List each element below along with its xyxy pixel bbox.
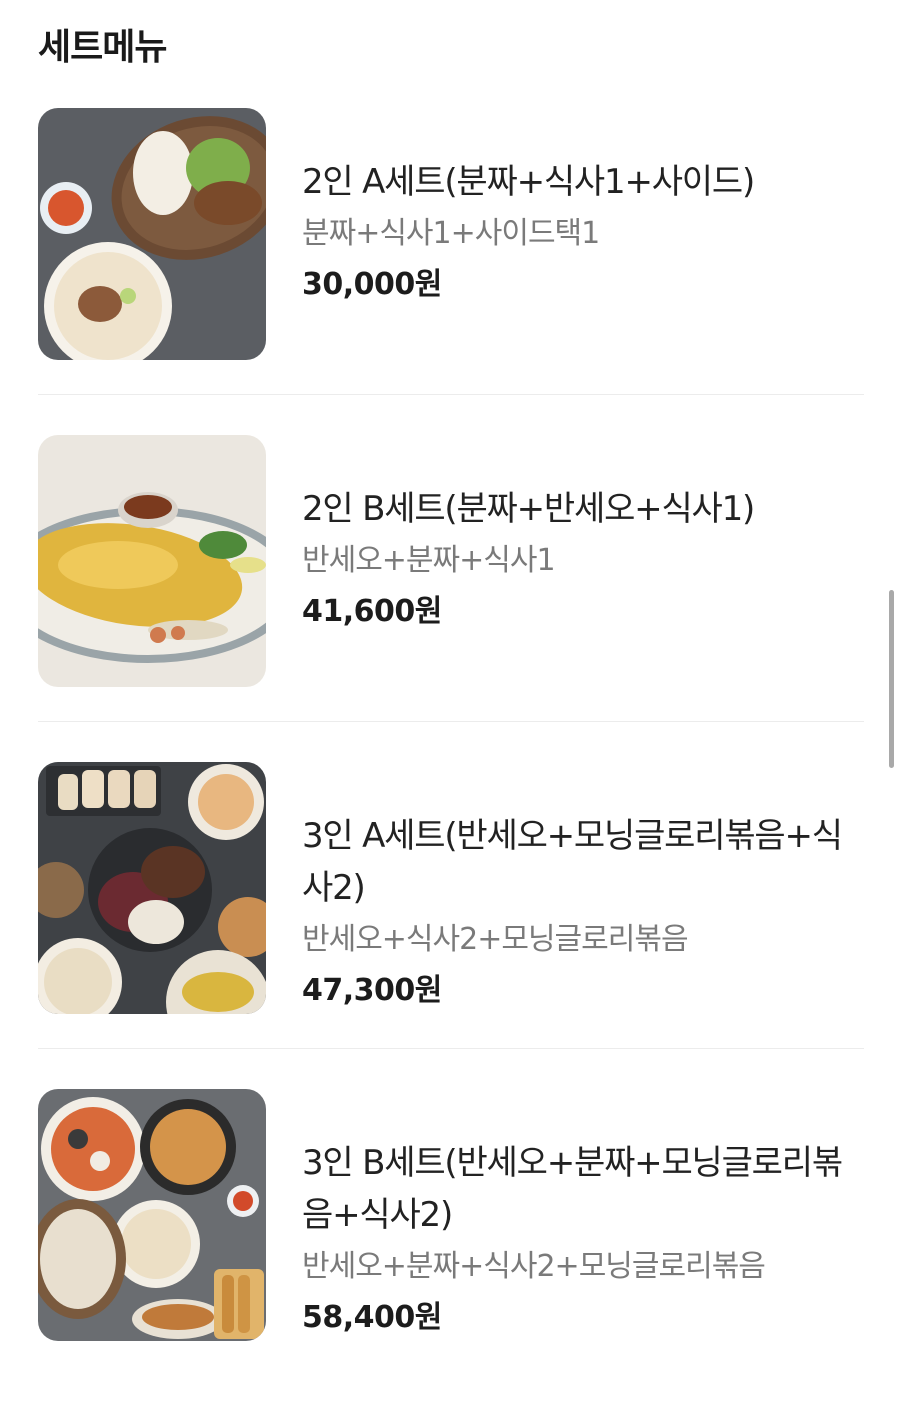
menu-item-description: 반세오+식사2+모닝글로리볶음 bbox=[302, 922, 689, 957]
menu-item-price: 58,400원 bbox=[302, 1300, 442, 1335]
menu-item-name: 2인 B세트(분짜+반세오+식사1) bbox=[302, 489, 755, 529]
menu-item-name: 3인 A세트(반세오+모닝글로리볶음+식사2) bbox=[302, 816, 843, 908]
menu-item-price: 47,300원 bbox=[302, 973, 442, 1008]
scrollbar[interactable] bbox=[889, 590, 894, 768]
menu-item-image[interactable] bbox=[38, 1089, 266, 1341]
menu-item-name: 2인 A세트(분짜+식사1+사이드) bbox=[302, 162, 755, 202]
section-title: 세트메뉴 bbox=[38, 27, 167, 68]
three-person-set-a-photo bbox=[38, 762, 266, 1014]
menu-item-name: 3인 B세트(반세오+분짜+모닝글로리볶음+식사2) bbox=[302, 1143, 843, 1235]
menu-item-3p-a-set[interactable]: 3인 A세트(반세오+모닝글로리볶음+식사2) 반세오+식사2+모닝글로리볶음 … bbox=[0, 762, 900, 1089]
banh-xeo-set-photo bbox=[38, 435, 266, 687]
menu-item-info: 3인 B세트(반세오+분짜+모닝글로리볶음+식사2) 반세오+분짜+식사2+모닝… bbox=[302, 1137, 862, 1341]
menu-item-image[interactable] bbox=[38, 108, 266, 360]
divider bbox=[38, 394, 864, 395]
divider bbox=[38, 721, 864, 722]
menu-item-2p-a-set[interactable]: 2인 A세트(분짜+식사1+사이드) 분짜+식사1+사이드택1 30,000원 bbox=[0, 108, 900, 435]
menu-item-image[interactable] bbox=[38, 762, 266, 1014]
menu-item-price: 30,000원 bbox=[302, 267, 442, 302]
menu-item-info: 2인 B세트(분짜+반세오+식사1) 반세오+분짜+식사1 41,600원 bbox=[302, 483, 862, 635]
menu-item-image[interactable] bbox=[38, 435, 266, 687]
menu-item-description: 반세오+분짜+식사1 bbox=[302, 543, 556, 578]
menu-item-2p-b-set[interactable]: 2인 B세트(분짜+반세오+식사1) 반세오+분짜+식사1 41,600원 bbox=[0, 435, 900, 762]
menu-item-3p-b-set[interactable]: 3인 B세트(반세오+분짜+모닝글로리볶음+식사2) 반세오+분짜+식사2+모닝… bbox=[0, 1089, 900, 1416]
bun-cha-set-photo bbox=[38, 108, 266, 360]
menu-item-description: 반세오+분짜+식사2+모닝글로리볶음 bbox=[302, 1249, 766, 1284]
menu-item-price: 41,600원 bbox=[302, 594, 442, 629]
divider bbox=[38, 1048, 864, 1049]
menu-item-info: 2인 A세트(분짜+식사1+사이드) 분짜+식사1+사이드택1 30,000원 bbox=[302, 156, 862, 308]
menu-item-description: 분짜+식사1+사이드택1 bbox=[302, 216, 600, 251]
set-menu-list: 2인 A세트(분짜+식사1+사이드) 분짜+식사1+사이드택1 30,000원 bbox=[0, 108, 900, 1416]
three-person-set-b-photo bbox=[38, 1089, 266, 1341]
menu-item-info: 3인 A세트(반세오+모닝글로리볶음+식사2) 반세오+식사2+모닝글로리볶음 … bbox=[302, 810, 862, 1014]
